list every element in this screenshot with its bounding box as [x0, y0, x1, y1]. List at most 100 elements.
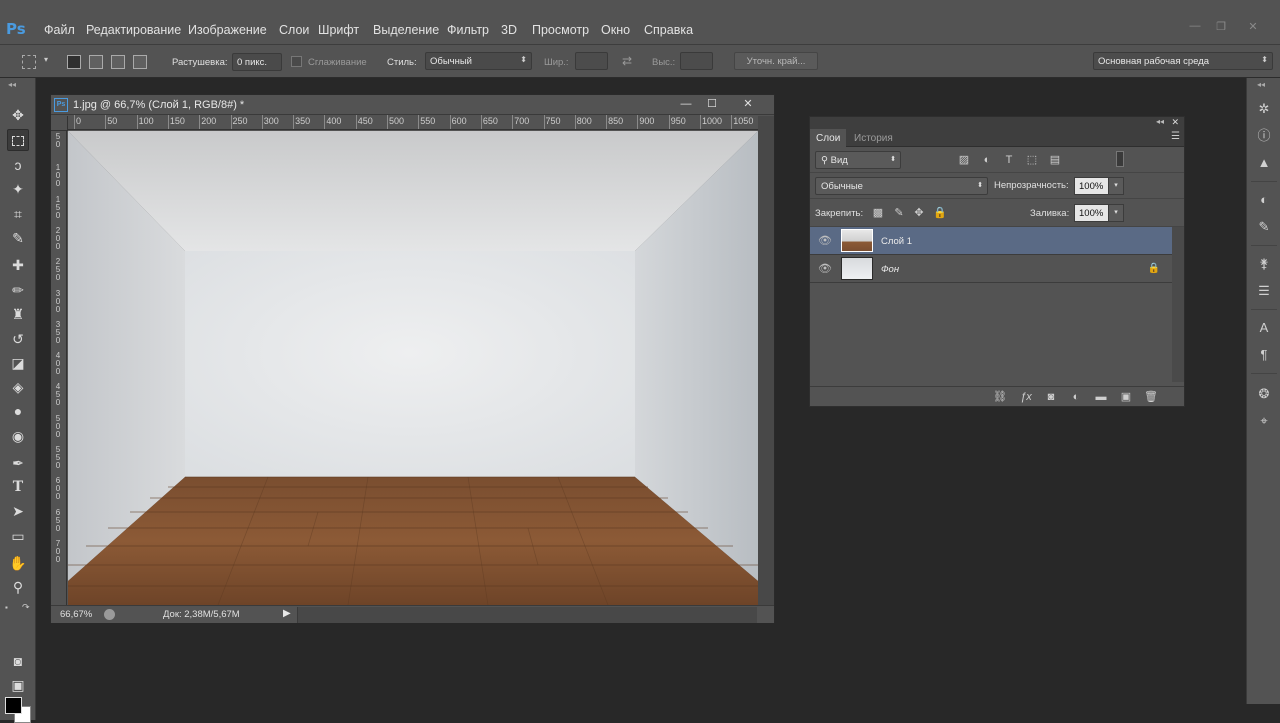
filter-smart-object-icon[interactable]: ▤	[1048, 153, 1062, 167]
vertical-scrollbar[interactable]	[758, 116, 774, 605]
healing-brush-tool-icon[interactable]: ✚	[7, 254, 29, 276]
lock-pixels-icon[interactable]: ✎	[892, 206, 906, 220]
workspace-select[interactable]: Основная рабочая среда ⬍	[1093, 52, 1273, 70]
menu-type[interactable]: Шрифт	[318, 23, 359, 37]
feather-input[interactable]: 0 пикс.	[232, 53, 282, 71]
status-menu-arrow-icon[interactable]: ▶	[283, 608, 291, 619]
new-selection-icon[interactable]	[67, 55, 81, 69]
close-panel-icon[interactable]: ✕	[1171, 117, 1179, 128]
minimize-button[interactable]: —	[1185, 20, 1205, 34]
layer-row-sloi1[interactable]: 👁 Слой 1	[810, 227, 1172, 255]
opacity-slider-arrow-icon[interactable]: ▾	[1108, 177, 1124, 195]
doc-restore-button[interactable]: ☐	[701, 96, 723, 113]
zoom-level[interactable]: 66,67%	[60, 609, 92, 620]
fx-icon[interactable]: ƒx	[1019, 390, 1033, 404]
lasso-tool-icon[interactable]: ↄ	[7, 154, 29, 176]
menu-layers[interactable]: Слои	[279, 23, 309, 37]
menu-help[interactable]: Справка	[644, 23, 693, 37]
filter-toggle[interactable]	[1116, 151, 1124, 167]
move-tool-icon[interactable]: ✥	[7, 104, 29, 126]
collapse-panel-icon[interactable]: ◂◂	[1156, 117, 1164, 126]
navigator-icon[interactable]: ✲	[1255, 100, 1273, 118]
marquee-tool-icon[interactable]	[7, 129, 29, 151]
fill-input[interactable]: 100%	[1074, 204, 1109, 222]
layers-scrollbar[interactable]	[1172, 227, 1184, 382]
filter-pixel-icon[interactable]: ▨	[957, 153, 971, 167]
menu-view[interactable]: Просмотр	[532, 23, 589, 37]
link-layers-icon[interactable]: ⛓	[993, 390, 1007, 404]
layer-lock-icon[interactable]: 🔒	[1148, 263, 1160, 274]
menu-edit[interactable]: Редактирование	[86, 23, 181, 37]
menu-image[interactable]: Изображение	[188, 23, 267, 37]
lock-all-icon[interactable]: 🔒	[933, 206, 947, 220]
add-mask-icon[interactable]: ◙	[1044, 390, 1058, 404]
zoom-tool-icon[interactable]: ⚲	[7, 576, 29, 598]
menu-file[interactable]: Файл	[44, 23, 75, 37]
delete-layer-icon[interactable]: 🗑	[1144, 390, 1158, 404]
default-colors-icon[interactable]: ▪	[5, 603, 8, 612]
blur-tool-icon[interactable]: ●	[7, 400, 29, 422]
rectangle-tool-icon[interactable]: ▭	[7, 525, 29, 547]
doc-close-button[interactable]: ✕	[737, 96, 759, 113]
new-adjustment-icon[interactable]: ◐	[1069, 390, 1083, 404]
blend-mode-select[interactable]: Обычные ⬍	[815, 177, 988, 195]
doc-minimize-button[interactable]: —	[675, 96, 697, 113]
subtract-selection-icon[interactable]	[111, 55, 125, 69]
swap-colors-icon[interactable]: ↷	[22, 602, 30, 613]
filter-type-icon[interactable]: T	[1002, 153, 1016, 167]
menu-select[interactable]: Выделение	[373, 23, 439, 37]
type-tool-icon[interactable]: T	[7, 476, 29, 498]
marquee-preset-icon[interactable]	[22, 55, 36, 69]
clone-stamp-tool-icon[interactable]: ♜	[7, 303, 29, 325]
refine-edge-button[interactable]: Уточн. край...	[734, 52, 818, 70]
dodge-tool-icon[interactable]: ◉	[7, 425, 29, 447]
expand-icon[interactable]: ◂◂	[1257, 80, 1265, 89]
brush-presets-icon[interactable]: ☰	[1255, 282, 1273, 300]
layer-row-background[interactable]: 👁 Фон 🔒	[810, 255, 1172, 283]
visibility-eye-icon[interactable]: 👁	[818, 263, 832, 275]
crop-tool-icon[interactable]: ⌗	[7, 203, 29, 225]
ruler-origin[interactable]	[51, 116, 68, 131]
brushes-icon[interactable]: ⚵	[1255, 255, 1273, 273]
menu-window[interactable]: Окно	[601, 23, 630, 37]
hand-tool-icon[interactable]: ✋	[7, 552, 29, 574]
vertical-ruler[interactable]: 50 100 150 200 250 300 350 400 450 500 550 600 650 70…	[51, 131, 67, 605]
width-input[interactable]	[575, 52, 608, 70]
menu-filter[interactable]: Фильтр	[447, 23, 489, 37]
intersect-selection-icon[interactable]	[133, 55, 147, 69]
tab-history[interactable]: История	[848, 129, 899, 147]
panel-header[interactable]: ◂◂ ✕	[810, 117, 1184, 129]
preset-dropdown-arrow-icon[interactable]: ▾	[44, 55, 48, 64]
screen-mode-icon[interactable]: ▣	[7, 674, 29, 696]
eraser-tool-icon[interactable]: ◪	[7, 352, 29, 374]
history-brush-tool-icon[interactable]: ↺	[7, 328, 29, 350]
new-layer-icon[interactable]: ▣	[1119, 390, 1133, 404]
canvas[interactable]	[68, 131, 758, 605]
new-group-icon[interactable]: ▬	[1094, 390, 1108, 404]
close-button[interactable]: ✕	[1243, 20, 1263, 34]
horizontal-ruler[interactable]: 0 50 100 150 200 250 300 350 400 450 500 550 600 650 7…	[68, 115, 758, 130]
quick-mask-icon[interactable]: ◙	[7, 650, 29, 672]
histogram-icon[interactable]: ▲	[1255, 154, 1273, 172]
info-icon[interactable]: ⓘ	[1255, 127, 1273, 145]
status-info-icon[interactable]	[104, 609, 115, 620]
paragraph-icon[interactable]: ¶	[1255, 346, 1273, 364]
brush-tool-icon[interactable]: ✏	[7, 279, 29, 301]
magic-wand-tool-icon[interactable]: ✦	[7, 178, 29, 200]
channels-icon[interactable]: ❂	[1255, 385, 1273, 403]
filter-adjustment-icon[interactable]: ◐	[980, 153, 994, 167]
filter-shape-icon[interactable]: ⬚	[1025, 153, 1039, 167]
path-selection-tool-icon[interactable]: ➤	[7, 500, 29, 522]
filter-kind-select[interactable]: ⚲ Вид ⬍	[815, 151, 901, 169]
document-titlebar[interactable]: Ps 1.jpg @ 66,7% (Слой 1, RGB/8#) * — ☐ …	[51, 95, 774, 115]
lock-transparency-icon[interactable]: ▩	[871, 206, 885, 220]
foreground-color-swatch[interactable]	[5, 697, 22, 714]
paths-icon[interactable]: ⌖	[1255, 412, 1273, 430]
paint-bucket-tool-icon[interactable]: ◈	[7, 376, 29, 398]
lock-position-icon[interactable]: ✥	[912, 206, 926, 220]
pen-tool-icon[interactable]: ✒	[7, 452, 29, 474]
character-icon[interactable]: A	[1255, 319, 1273, 337]
panel-menu-icon[interactable]: ☰	[1171, 131, 1180, 142]
tab-layers[interactable]: Слои	[810, 129, 847, 147]
horizontal-scrollbar[interactable]	[297, 607, 757, 623]
